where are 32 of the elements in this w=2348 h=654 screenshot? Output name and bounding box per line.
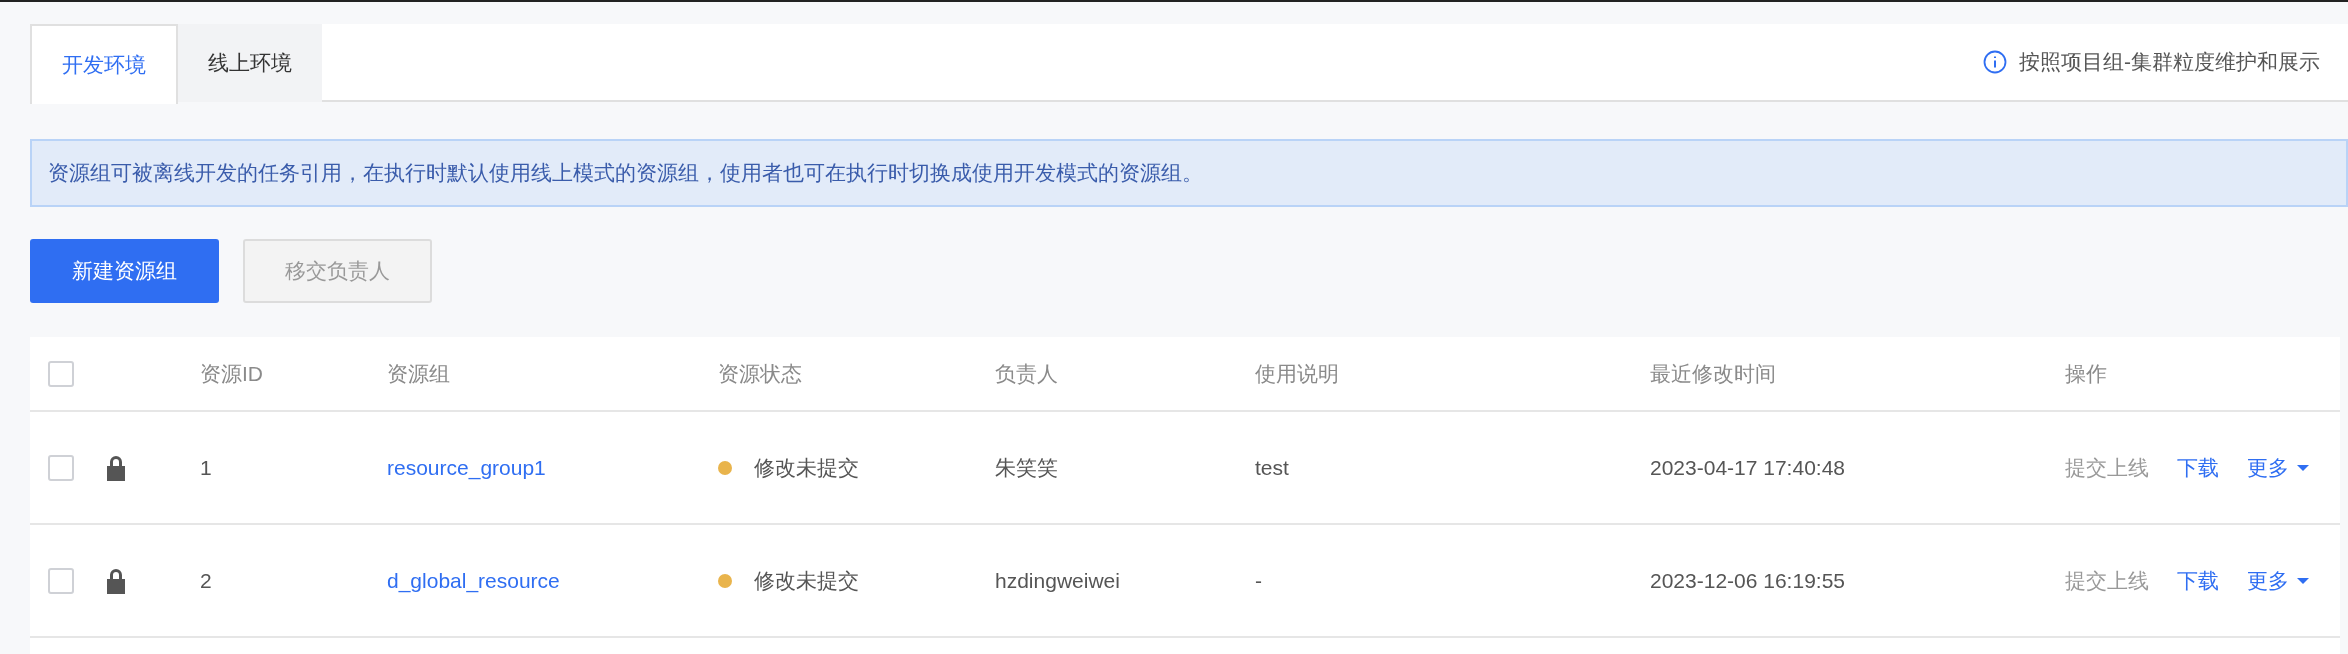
column-header: 负责人: [995, 361, 1058, 385]
table-cell: 2: [200, 568, 212, 592]
table-cell: -: [1255, 568, 1262, 592]
tab[interactable]: 开发环境: [30, 24, 178, 104]
column-header: 资源状态: [718, 361, 802, 385]
column-header: 使用说明: [1255, 361, 1339, 385]
checkbox[interactable]: [48, 567, 74, 594]
table-cell: 朱笑笑: [995, 455, 1058, 479]
column-header: 资源组: [387, 361, 450, 385]
table-cell: 2023-12-06 16:19:55: [1650, 568, 1845, 592]
resource-group-link[interactable]: d_global_resource: [387, 568, 560, 592]
table-cell: 1: [200, 455, 212, 479]
column-header: 最近修改时间: [1650, 361, 1776, 385]
column-header: 操作: [2065, 361, 2107, 385]
column-header: 资源ID: [200, 361, 263, 385]
action-button[interactable]: 新建资源组: [30, 239, 219, 303]
checkbox[interactable]: [48, 360, 74, 387]
action-link[interactable]: 下载: [2177, 451, 2219, 484]
status-text: 修改未提交: [754, 454, 859, 481]
more-dropdown[interactable]: 更多: [2247, 451, 2309, 484]
table-cell: test: [1255, 455, 1289, 479]
status-text: 修改未提交: [754, 567, 859, 594]
table-cell: 2023-04-17 17:40:48: [1650, 455, 1845, 479]
info-icon: [1983, 50, 2007, 74]
more-dropdown[interactable]: 更多: [2247, 564, 2309, 597]
table-cell: hzdingweiwei: [995, 568, 1120, 592]
action-link[interactable]: 下载: [2177, 564, 2219, 597]
tab[interactable]: 线上环境: [178, 24, 322, 102]
checkbox[interactable]: [48, 454, 74, 481]
info-alert: 资源组可被离线开发的任务引用，在执行时默认使用线上模式的资源组，使用者也可在执行时切换成使用开发模式的资源组。: [30, 139, 2348, 207]
resource-group-link[interactable]: resource_group1: [387, 455, 546, 479]
info-note: 按照项目组-集群粒度维护和展示: [2019, 49, 2320, 76]
